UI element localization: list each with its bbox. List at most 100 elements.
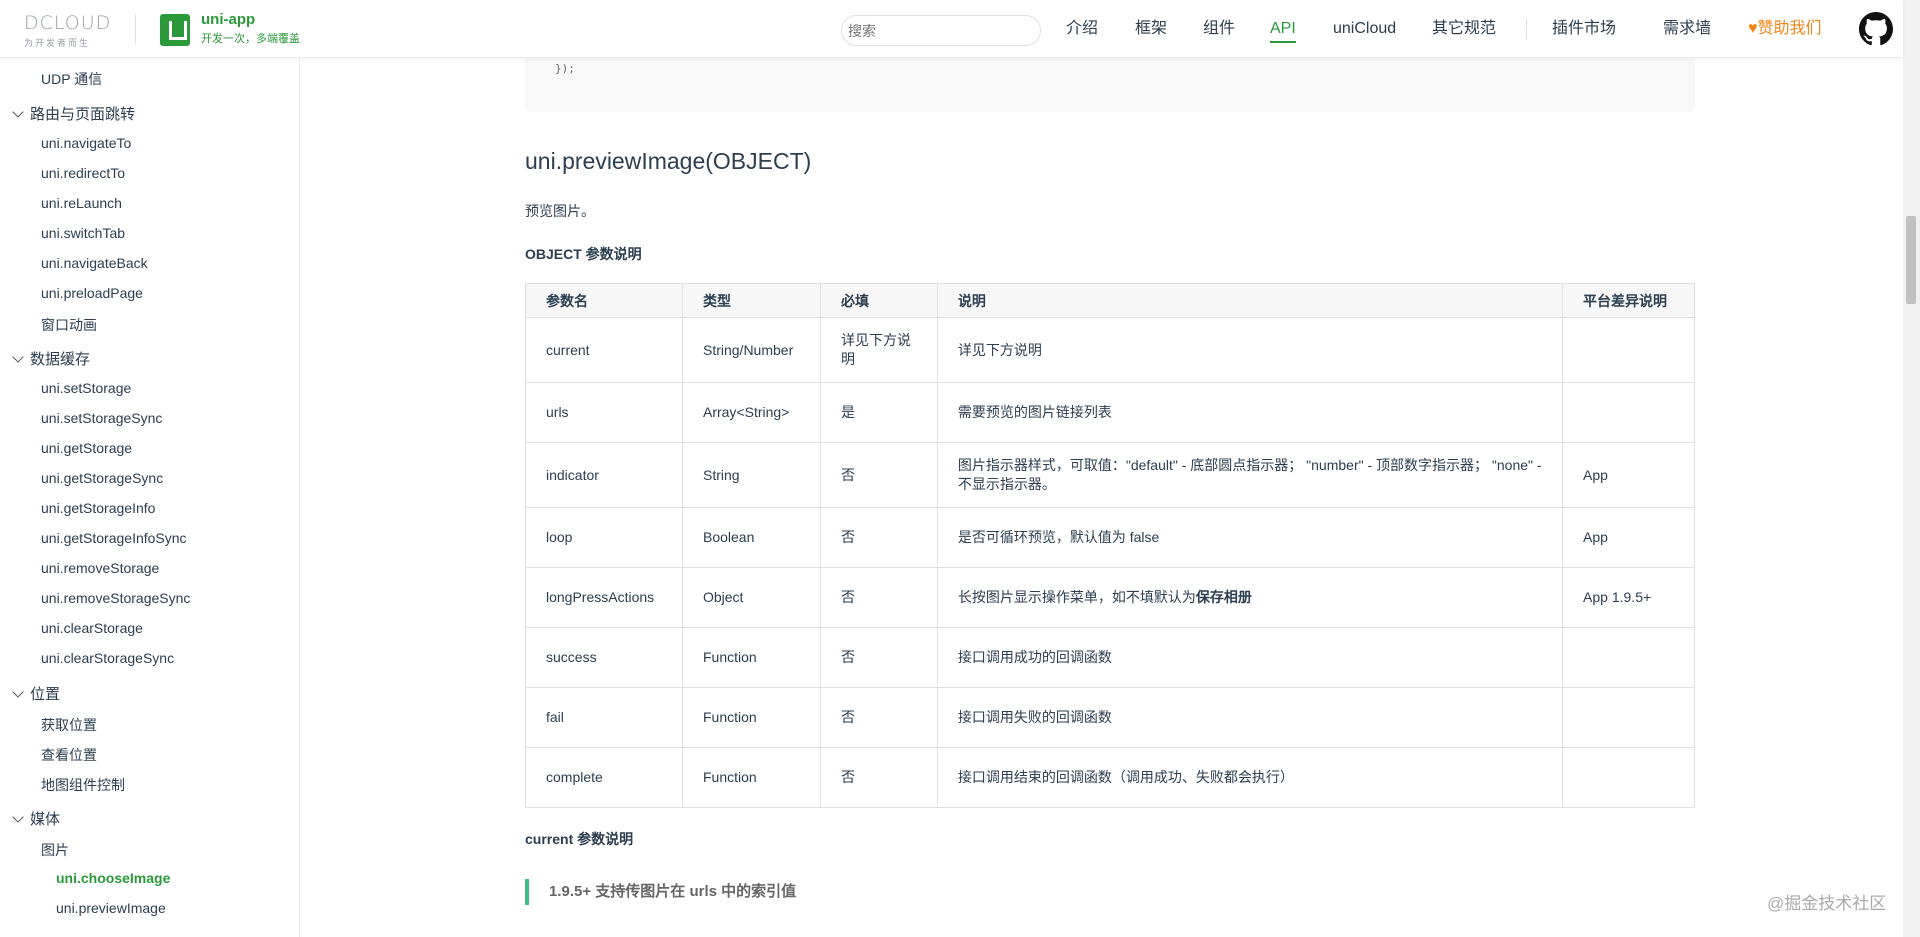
sidebar-item[interactable]: uni.removeStorage [41, 560, 159, 576]
uni-app-logo-icon[interactable] [160, 14, 190, 46]
sidebar-item[interactable]: uni.navigateBack [41, 255, 148, 271]
sidebar-group-location[interactable]: 位置 [12, 683, 60, 704]
param-name: urls [525, 382, 683, 443]
nav-components[interactable]: 组件 [1203, 0, 1235, 58]
sidebar-item[interactable]: uni.getStorageSync [41, 470, 163, 486]
sidebar-group-storage[interactable]: 数据缓存 [12, 348, 90, 369]
param-required: 否 [819, 687, 938, 748]
sidebar-item[interactable]: uni.reLaunch [41, 195, 122, 211]
param-type: String/Number [681, 317, 821, 383]
column-header: 参数名 [525, 283, 683, 318]
param-name: success [525, 627, 683, 688]
param-desc: 接口调用失败的回调函数 [936, 687, 1564, 748]
param-type: Boolean [681, 507, 821, 568]
param-type: Function [681, 747, 821, 808]
sidebar-group-route[interactable]: 路由与页面跳转 [12, 103, 135, 124]
uni-app-name: uni-app [201, 11, 256, 28]
param-name: fail [525, 687, 683, 748]
sidebar-item[interactable]: 窗口动画 [41, 315, 97, 335]
chevron-down-icon [12, 351, 24, 363]
param-desc: 接口调用结束的回调函数（调用成功、失败都会执行） [936, 747, 1564, 808]
sidebar-item-udp[interactable]: UDP 通信 [41, 69, 102, 89]
code-text: }); [555, 62, 575, 75]
sidebar-item[interactable]: uni.setStorageSync [41, 410, 162, 426]
nav-api[interactable]: API [1270, 0, 1296, 58]
github-icon[interactable] [1859, 12, 1893, 46]
param-type: Function [681, 687, 821, 748]
sidebar-group-media[interactable]: 媒体 [12, 808, 60, 829]
table-row: urls Array<String> 是 需要预览的图片链接列表 [525, 382, 1695, 443]
param-platform [1562, 627, 1695, 688]
param-type: Array<String> [681, 382, 821, 443]
param-name: complete [525, 747, 683, 808]
sidebar-item-images[interactable]: 图片 [41, 840, 69, 860]
table-row: fail Function 否 接口调用失败的回调函数 [525, 687, 1695, 748]
sidebar-item[interactable]: uni.getStorageInfo [41, 500, 155, 516]
sidebar-item[interactable]: uni.setStorage [41, 380, 131, 396]
nav-framework[interactable]: 框架 [1135, 0, 1167, 58]
scrollbar-thumb[interactable] [1906, 216, 1916, 304]
dcloud-logo[interactable]: DCLOUD 为开发者而生 [24, 12, 124, 48]
description: 预览图片。 [525, 203, 595, 219]
sidebar-item[interactable]: uni.switchTab [41, 225, 125, 241]
param-platform [1562, 687, 1695, 748]
sidebar-item[interactable]: uni.getStorageInfoSync [41, 530, 187, 546]
param-required: 否 [819, 747, 938, 808]
sidebar-item[interactable]: uni.removeStorageSync [41, 590, 190, 606]
param-desc: 是否可循环预览，默认值为 false [936, 507, 1564, 568]
param-desc: 需要预览的图片链接列表 [936, 382, 1564, 443]
sidebar-item[interactable]: uni.clearStorageSync [41, 650, 174, 666]
section-heading-object: OBJECT 参数说明 [525, 246, 642, 262]
sidebar-item[interactable]: 查看位置 [41, 745, 97, 765]
search-input[interactable] [841, 15, 1041, 46]
table-header-row: 参数名 类型 必填 说明 平台差异说明 [525, 283, 1695, 318]
sidebar-item[interactable]: 获取位置 [41, 715, 97, 735]
param-required: 否 [819, 567, 938, 628]
table-row: indicator String 否 图片指示器样式，可取值："default"… [525, 442, 1695, 508]
sidebar: UDP 通信 路由与页面跳转 uni.navigateTo uni.redire… [0, 58, 300, 937]
sidebar-item[interactable]: uni.navigateTo [41, 135, 131, 151]
logo-divider [135, 14, 136, 44]
param-name: loop [525, 507, 683, 568]
nav-request-wall[interactable]: 需求墙 [1663, 0, 1711, 58]
sidebar-item[interactable]: uni.previewImage [56, 900, 166, 916]
param-required: 否 [819, 442, 938, 508]
params-table: 参数名 类型 必填 说明 平台差异说明 current String/Numbe… [525, 283, 1695, 808]
chevron-down-icon [12, 811, 24, 823]
sidebar-item[interactable]: uni.preloadPage [41, 285, 143, 301]
nav-other-specs[interactable]: 其它规范 [1432, 0, 1496, 58]
chevron-down-icon [12, 686, 24, 698]
column-header: 说明 [936, 283, 1564, 318]
param-required: 否 [819, 627, 938, 688]
watermark: @掘金技术社区 [1767, 894, 1887, 913]
nav-intro[interactable]: 介绍 [1066, 0, 1098, 58]
param-type: Object [681, 567, 821, 628]
sidebar-item-active[interactable]: uni.chooseImage [56, 870, 170, 886]
nav-divider [1526, 19, 1527, 39]
table-row: current String/Number 详见下方说明 详见下方说明 [525, 317, 1695, 383]
table-row: complete Function 否 接口调用结束的回调函数（调用成功、失败都… [525, 747, 1695, 808]
section-heading-current: current 参数说明 [525, 831, 634, 847]
sidebar-item[interactable]: 地图组件控制 [41, 775, 125, 795]
sidebar-item[interactable]: uni.getStorage [41, 440, 132, 456]
scrollbar-track[interactable] [1903, 0, 1920, 937]
chevron-down-icon [12, 106, 24, 118]
bold-text: 保存相册 [1195, 589, 1252, 605]
param-desc: 接口调用成功的回调函数 [936, 627, 1564, 688]
param-platform: App [1562, 507, 1695, 568]
table-row: longPressActions Object 否 长按图片显示操作菜单，如不填… [525, 567, 1695, 628]
sidebar-item[interactable]: uni.clearStorage [41, 620, 143, 636]
param-desc: 图片指示器样式，可取值："default" - 底部圆点指示器； "number… [936, 442, 1564, 508]
param-desc: 详见下方说明 [936, 317, 1564, 383]
top-header: DCLOUD 为开发者而生 uni-app 开发一次，多端覆盖 介绍 框架 组件… [0, 0, 1903, 58]
sidebar-item[interactable]: uni.redirectTo [41, 165, 125, 181]
dcloud-brand: DCLOUD [24, 12, 112, 34]
uni-app-logo-text[interactable]: uni-app 开发一次，多端覆盖 [201, 11, 300, 46]
param-platform: App 1.9.5+ [1562, 567, 1695, 628]
nav-plugin-market[interactable]: 插件市场 [1552, 0, 1616, 58]
param-platform: App [1562, 442, 1695, 508]
dcloud-slogan: 为开发者而生 [24, 38, 91, 48]
nav-unicloud[interactable]: uniCloud [1333, 0, 1396, 58]
param-required: 是 [819, 382, 938, 443]
nav-sponsor[interactable]: ♥赞助我们 [1748, 0, 1822, 58]
